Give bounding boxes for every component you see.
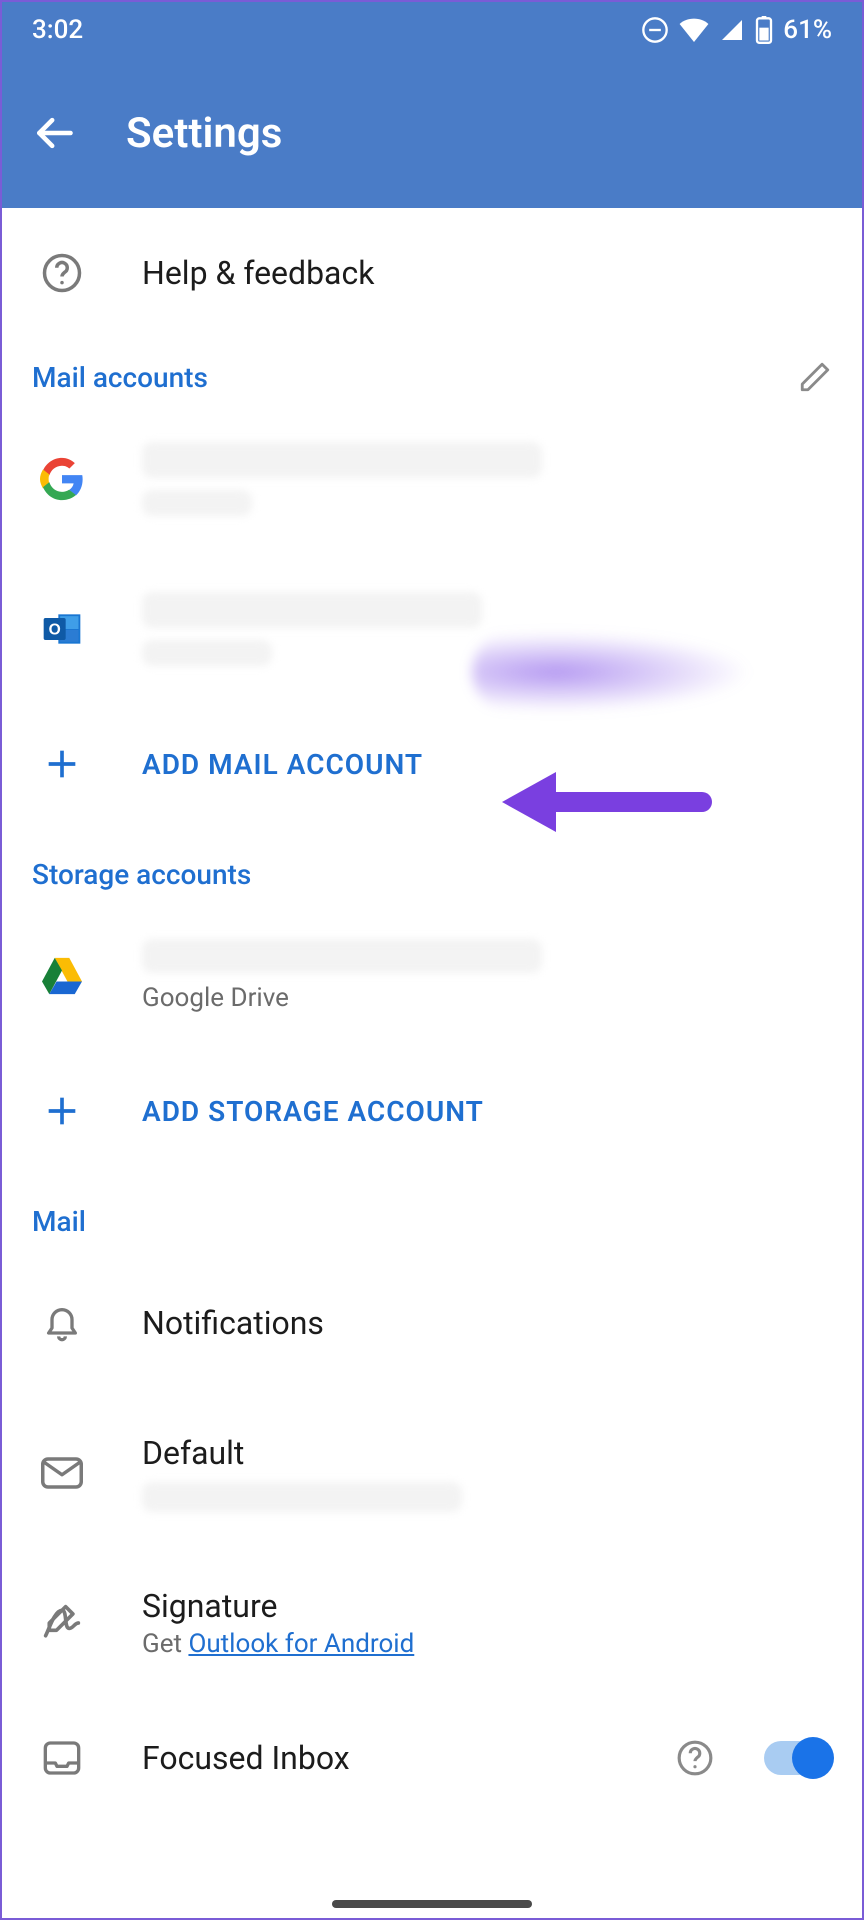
help-feedback-row[interactable]: Help & feedback <box>2 208 862 338</box>
add-storage-account-button[interactable]: ADD STORAGE ACCOUNT <box>2 1051 862 1171</box>
nav-handle[interactable] <box>332 1900 532 1908</box>
mail-icon <box>41 1456 83 1490</box>
storage-label: Google Drive <box>142 983 832 1013</box>
help-feedback-label: Help & feedback <box>142 254 832 292</box>
status-time: 3:02 <box>32 15 83 45</box>
cell-signal-icon <box>719 18 745 42</box>
page-title: Settings <box>126 109 282 158</box>
signature-link[interactable]: Outlook for Android <box>188 1629 414 1659</box>
storage-account-gdrive[interactable]: Google Drive <box>2 901 862 1051</box>
redacted-text <box>142 640 272 666</box>
status-bar: 3:02 61% <box>2 2 862 58</box>
outlook-icon: O <box>40 607 84 651</box>
redacted-text <box>142 490 252 516</box>
battery-icon <box>755 16 773 44</box>
add-storage-label: ADD STORAGE ACCOUNT <box>142 1095 832 1128</box>
mail-account-google[interactable] <box>2 404 862 554</box>
signature-row[interactable]: Signature Get Outlook for Android <box>2 1548 862 1698</box>
notifications-label: Notifications <box>142 1304 832 1342</box>
signature-icon <box>40 1603 84 1643</box>
inbox-icon <box>41 1738 83 1778</box>
signature-label: Signature <box>142 1587 832 1625</box>
section-mail: Mail <box>2 1171 862 1248</box>
app-header: Settings <box>2 58 862 208</box>
redacted-text <box>142 1482 462 1512</box>
default-label: Default <box>142 1434 832 1472</box>
default-row[interactable]: Default <box>2 1398 862 1548</box>
redacted-text <box>142 592 482 628</box>
redacted-text <box>142 939 542 973</box>
signature-hint: Get Outlook for Android <box>142 1629 832 1659</box>
status-right: 61% <box>641 15 832 45</box>
section-storage-accounts: Storage accounts <box>2 824 862 901</box>
plus-icon <box>42 744 82 784</box>
svg-text:O: O <box>49 622 61 639</box>
dnd-icon <box>641 16 669 44</box>
google-icon <box>40 457 84 501</box>
plus-icon <box>42 1091 82 1131</box>
focused-inbox-row[interactable]: Focused Inbox <box>2 1698 862 1818</box>
back-icon[interactable] <box>32 111 76 155</box>
focused-inbox-label: Focused Inbox <box>142 1739 626 1777</box>
section-title: Storage accounts <box>32 858 251 891</box>
add-mail-account-button[interactable]: ADD MAIL ACCOUNT <box>2 704 862 824</box>
status-battery-pct: 61% <box>783 15 832 45</box>
help-circle-icon[interactable] <box>676 1739 714 1777</box>
wifi-icon <box>679 18 709 42</box>
focused-inbox-toggle[interactable] <box>764 1741 832 1775</box>
section-title: Mail <box>32 1205 86 1238</box>
edit-icon[interactable] <box>798 360 832 394</box>
bell-icon <box>42 1301 82 1345</box>
redacted-text <box>142 442 542 478</box>
add-mail-label: ADD MAIL ACCOUNT <box>142 748 832 781</box>
redacted-highlight <box>472 632 752 712</box>
section-title: Mail accounts <box>32 361 208 394</box>
notifications-row[interactable]: Notifications <box>2 1248 862 1398</box>
gdrive-icon <box>40 956 84 996</box>
help-circle-icon <box>41 252 83 294</box>
section-mail-accounts: Mail accounts <box>2 338 862 404</box>
